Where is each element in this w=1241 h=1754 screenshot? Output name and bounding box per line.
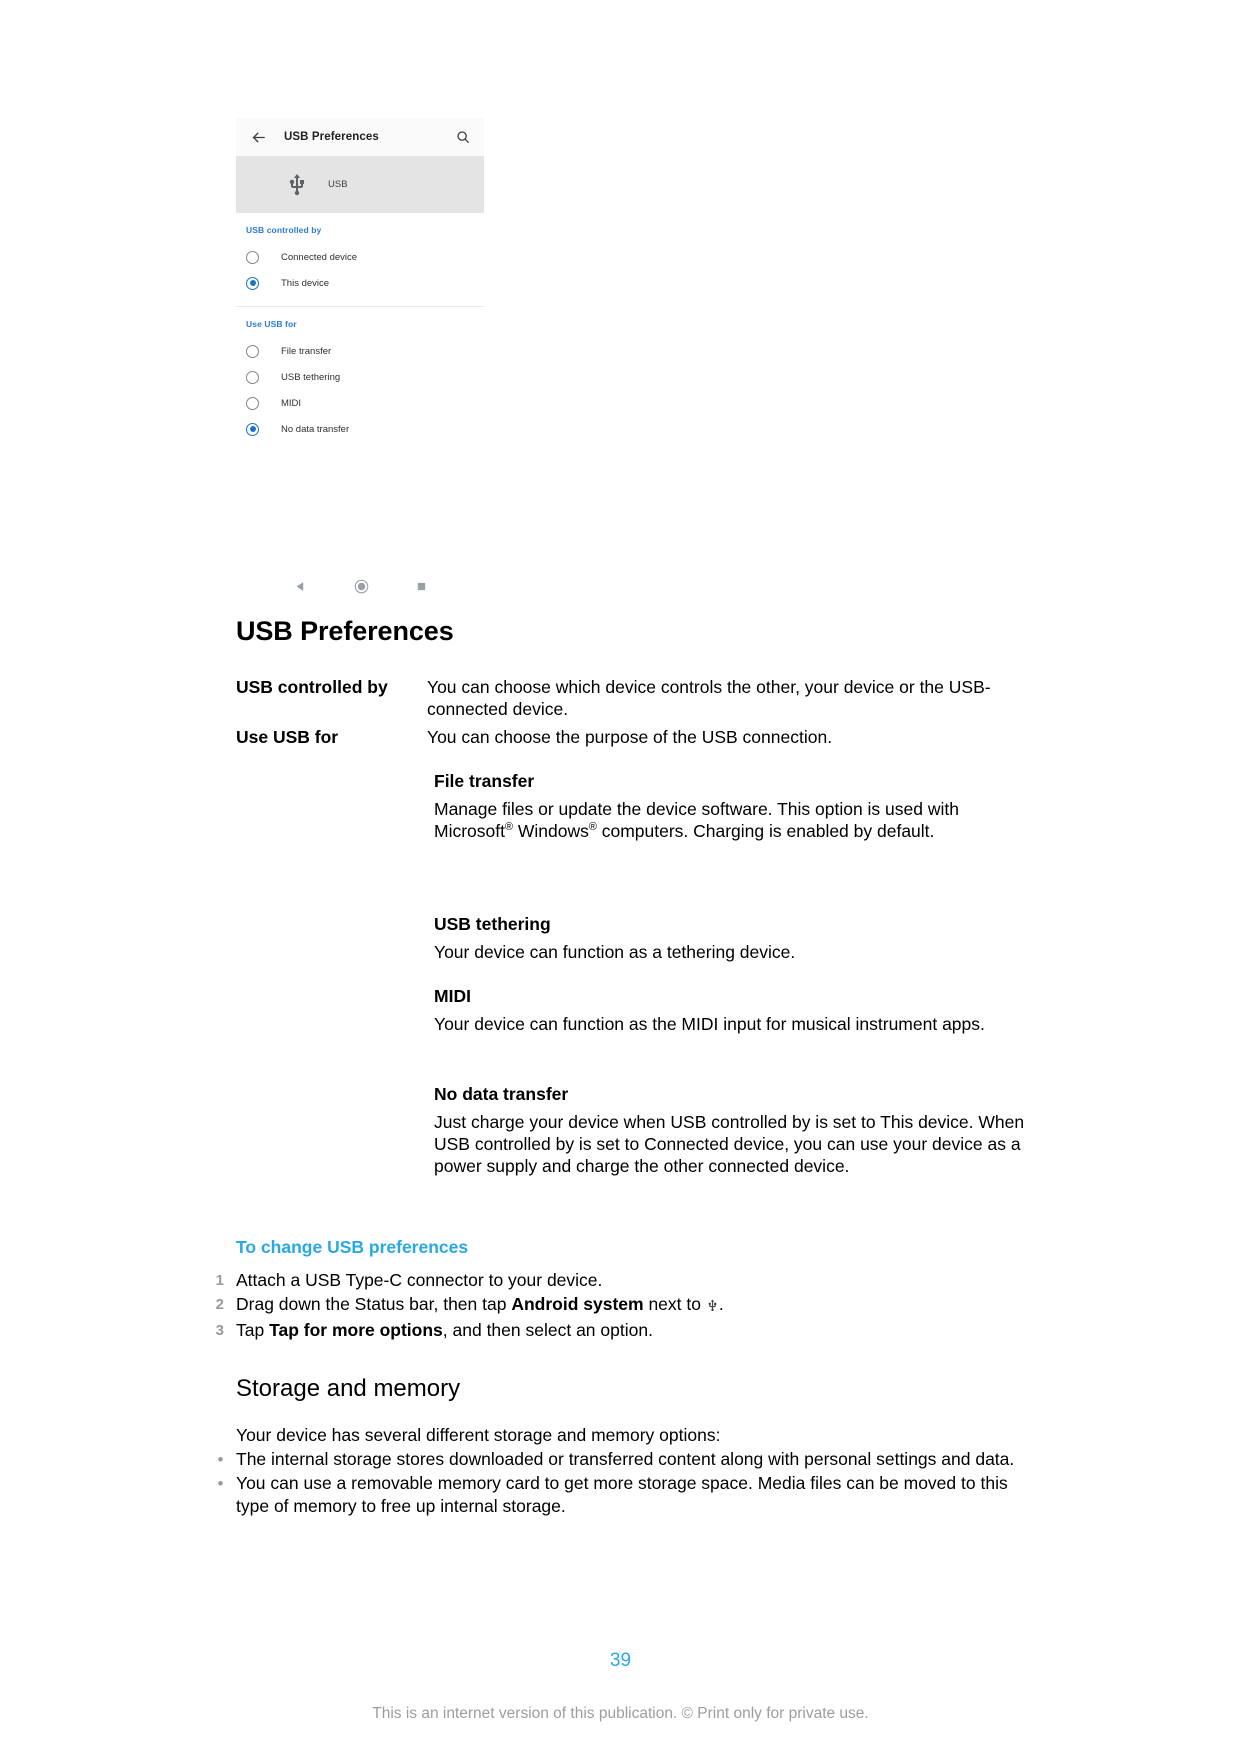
step-text: Drag down the Status bar, then tap Andro… [236, 1293, 1035, 1318]
registered-trademark-2: ® [588, 821, 597, 834]
step-text: Tap Tap for more options, and then selec… [236, 1319, 1035, 1342]
section-usb-controlled-by: USB controlled by Connected device This … [236, 213, 484, 307]
registered-trademark-1: ® [504, 821, 513, 834]
radio-label: Connected device [281, 251, 358, 263]
screen-empty-area [236, 452, 484, 504]
bullet-text: You can use a removable memory card to g… [236, 1473, 1008, 1516]
radio-button-unchecked-icon[interactable] [246, 250, 259, 264]
usb-banner-label: USB [328, 179, 348, 190]
phone-screenshot-figure: USB Preferences USB USB controlled by Co… [236, 118, 484, 604]
radio-row-this-device[interactable]: This device [236, 270, 484, 296]
phone-appbar: USB Preferences [236, 118, 484, 156]
procedure-step: 3 Tap Tap for more options, and then sel… [205, 1319, 1035, 1342]
step-text: Attach a USB Type-C connector to your de… [236, 1269, 1035, 1292]
definition-term: USB controlled by [236, 677, 388, 697]
step-text-before: Attach a USB Type-C connector to your de… [236, 1270, 603, 1290]
section-use-usb-for: Use USB for File transfer USB tethering … [236, 307, 484, 452]
subsection-usb-tethering: USB tethering Your device can function a… [434, 913, 1034, 979]
step-text-before: Tap [236, 1319, 270, 1340]
procedure-step: 2 Drag down the Status bar, then tap And… [205, 1293, 1035, 1318]
definition-row: Use USB for You can choose the purpose o… [236, 726, 1026, 748]
radio-button-unchecked-icon[interactable] [246, 344, 259, 358]
usb-icon [706, 1295, 719, 1318]
radio-row-usb-tethering[interactable]: USB tethering [236, 364, 484, 390]
step-bold-term: Android system [511, 1293, 644, 1314]
radio-button-unchecked-icon[interactable] [246, 396, 259, 410]
back-arrow-icon[interactable] [248, 127, 268, 147]
step-text-before: Drag down the Status bar, then tap [236, 1293, 512, 1314]
subsection-no-data-transfer: No data transfer Just charge your device… [434, 1083, 1034, 1193]
subsection-heading: USB tethering [434, 914, 551, 934]
step-bold-term: Tap for more options [269, 1319, 443, 1340]
page-number: 39 [609, 1650, 632, 1671]
list-item: • You can use a removable memory card to… [205, 1472, 1045, 1518]
phone-appbar-title: USB Preferences [284, 131, 379, 143]
subsection-heading: MIDI [434, 986, 471, 1006]
page-title: USB Preferences [236, 616, 454, 646]
bullet-dot-icon: • [217, 1474, 224, 1494]
subsection-midi: MIDI Your device can function as the MID… [434, 985, 1034, 1051]
body-part-2: Windows [512, 820, 589, 841]
storage-bullet-list: • The internal storage stores downloaded… [205, 1448, 1045, 1519]
radio-row-file-transfer[interactable]: File transfer [236, 338, 484, 364]
step-text-after: next to [643, 1293, 706, 1314]
section-title: USB controlled by [246, 225, 322, 235]
nav-back-icon[interactable] [294, 580, 307, 593]
procedure-title: To change USB preferences [236, 1237, 469, 1257]
definition-term: Use USB for [236, 727, 339, 748]
definition-description: You can choose the purpose of the USB co… [427, 727, 833, 748]
copyright-notice: This is an internet version of this publ… [372, 1705, 869, 1722]
section-heading-storage-and-memory: Storage and memory [236, 1375, 461, 1402]
definition-description: You can choose which device controls the… [427, 677, 991, 720]
radio-button-unchecked-icon[interactable] [246, 370, 259, 384]
subsection-body: Just charge your device when USB control… [434, 1111, 1025, 1177]
step-text-after: , and then select an option. [442, 1319, 653, 1340]
radio-label: MIDI [281, 397, 302, 409]
subsection-body: Manage files or update the device softwa… [434, 798, 1034, 842]
android-navigation-bar [236, 568, 484, 604]
list-item: • The internal storage stores downloaded… [205, 1448, 1045, 1471]
nav-recents-icon[interactable] [416, 581, 427, 592]
radio-row-midi[interactable]: MIDI [236, 390, 484, 416]
procedure-step-list: 1 Attach a USB Type-C connector to your … [205, 1269, 1035, 1342]
body-part-3: computers. Charging is enabled by defaul… [596, 820, 935, 841]
radio-button-checked-icon[interactable] [246, 422, 259, 436]
step-number: 3 [215, 1321, 224, 1339]
bullet-dot-icon: • [217, 1450, 224, 1469]
subsection-heading: File transfer [434, 771, 535, 791]
nav-home-icon[interactable] [354, 579, 369, 594]
subsection-body: Your device can function as a tethering … [434, 941, 796, 962]
phone-screen: USB Preferences USB USB controlled by Co… [236, 118, 484, 568]
subsection-body: Your device can function as the MIDI inp… [434, 1013, 985, 1034]
subsection-file-transfer: File transfer Manage files or update the… [434, 770, 1034, 858]
procedure-step: 1 Attach a USB Type-C connector to your … [205, 1269, 1035, 1292]
storage-intro-text: Your device has several different storag… [236, 1425, 721, 1445]
radio-label: This device [281, 277, 330, 289]
step-number: 2 [215, 1295, 224, 1313]
step-period: . [718, 1293, 724, 1314]
radio-label: No data transfer [281, 423, 350, 435]
definition-row: USB controlled by You can choose which d… [236, 676, 1026, 720]
usb-icon [284, 172, 310, 198]
radio-row-connected-device[interactable]: Connected device [236, 244, 484, 270]
definition-list: USB controlled by You can choose which d… [236, 676, 1026, 755]
radio-label: File transfer [281, 345, 332, 357]
section-title: Use USB for [246, 319, 297, 329]
bullet-text: The internal storage stores downloaded o… [236, 1449, 1015, 1469]
document-page: USB Preferences USB USB controlled by Co… [0, 0, 1241, 1754]
radio-label: USB tethering [281, 371, 341, 383]
subsection-heading: No data transfer [434, 1084, 569, 1104]
radio-row-no-data-transfer[interactable]: No data transfer [236, 416, 484, 442]
step-number: 1 [215, 1272, 224, 1289]
radio-button-checked-icon[interactable] [246, 276, 259, 290]
search-icon[interactable] [454, 128, 472, 146]
usb-banner: USB [236, 156, 484, 213]
